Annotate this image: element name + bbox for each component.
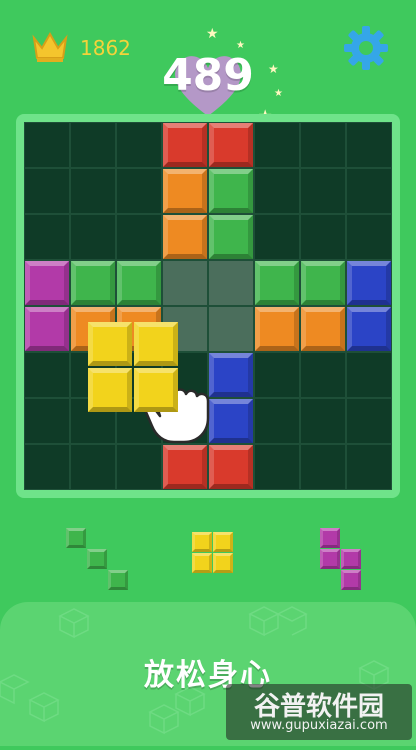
star-icon: ★: [236, 40, 245, 51]
placed-block-green: [71, 261, 115, 305]
placed-block-red: [209, 123, 253, 167]
placed-block-orange: [255, 307, 299, 351]
board-cell[interactable]: [301, 445, 345, 489]
piece-cell: [320, 528, 340, 548]
piece-cell: [341, 570, 361, 590]
star-icon: ★: [274, 88, 283, 99]
board-cell[interactable]: [347, 445, 391, 489]
board-cell[interactable]: [255, 353, 299, 397]
board-cell[interactable]: [347, 353, 391, 397]
target-highlight-cell: [163, 261, 207, 305]
target-highlight-cell: [209, 261, 253, 305]
board-cell[interactable]: [25, 445, 69, 489]
piece-cell: [192, 553, 212, 573]
board-cell[interactable]: [25, 399, 69, 443]
board-cell[interactable]: [117, 445, 161, 489]
board-cell[interactable]: [25, 215, 69, 259]
star-icon: ★: [268, 62, 279, 76]
placed-block-green: [209, 215, 253, 259]
piece-cell: [108, 570, 128, 590]
board-cell[interactable]: [71, 445, 115, 489]
piece-cell: [192, 532, 212, 552]
board-cell[interactable]: [255, 445, 299, 489]
board-cell[interactable]: [301, 215, 345, 259]
placed-block-orange: [301, 307, 345, 351]
top-bar: 1862 489 ★ ★ ★ ★ ★: [0, 0, 416, 125]
board-cell[interactable]: [301, 399, 345, 443]
watermark-url: www.gupuxiazai.com: [250, 718, 388, 733]
board-cell[interactable]: [25, 169, 69, 213]
board-cell[interactable]: [25, 353, 69, 397]
board-cell[interactable]: [117, 123, 161, 167]
placed-block-orange: [163, 169, 207, 213]
board-cell[interactable]: [347, 169, 391, 213]
dragging-piece-block[interactable]: [134, 368, 178, 412]
placed-block-purple: [25, 307, 69, 351]
piece-cell: [213, 553, 233, 573]
board-cell[interactable]: [301, 353, 345, 397]
board-cell[interactable]: [301, 169, 345, 213]
board-cell[interactable]: [255, 123, 299, 167]
board-cell[interactable]: [301, 123, 345, 167]
piece-cell: [66, 528, 86, 548]
placed-block-red: [163, 445, 207, 489]
placed-block-orange: [163, 215, 207, 259]
placed-block-green: [209, 169, 253, 213]
board-cell[interactable]: [255, 169, 299, 213]
board-cell[interactable]: [117, 215, 161, 259]
board-cell[interactable]: [25, 123, 69, 167]
dragging-piece-block[interactable]: [88, 368, 132, 412]
board-cell[interactable]: [117, 169, 161, 213]
board-cell[interactable]: [347, 215, 391, 259]
piece-tray: [0, 500, 416, 610]
placed-block-purple: [25, 261, 69, 305]
board-cell[interactable]: [71, 215, 115, 259]
placed-block-red: [163, 123, 207, 167]
placed-block-green: [255, 261, 299, 305]
placed-block-green: [117, 261, 161, 305]
piece-cell: [341, 549, 361, 569]
board-cell[interactable]: [347, 123, 391, 167]
piece-cell: [87, 549, 107, 569]
star-icon: ★: [206, 26, 219, 42]
placed-block-blue: [347, 307, 391, 351]
settings-gear-icon[interactable]: [342, 24, 390, 72]
piece-cell: [213, 532, 233, 552]
dragging-piece-block[interactable]: [134, 322, 178, 366]
board-cell[interactable]: [71, 123, 115, 167]
placed-block-green: [301, 261, 345, 305]
dragging-piece-block[interactable]: [88, 322, 132, 366]
piece-cell: [320, 549, 340, 569]
watermark: 谷普软件园 www.gupuxiazai.com: [226, 684, 412, 740]
target-highlight-cell: [209, 307, 253, 351]
board-cell[interactable]: [255, 399, 299, 443]
placed-block-red: [209, 445, 253, 489]
board-cell[interactable]: [347, 399, 391, 443]
board-cell[interactable]: [255, 215, 299, 259]
placed-block-blue: [347, 261, 391, 305]
board-cell[interactable]: [71, 169, 115, 213]
